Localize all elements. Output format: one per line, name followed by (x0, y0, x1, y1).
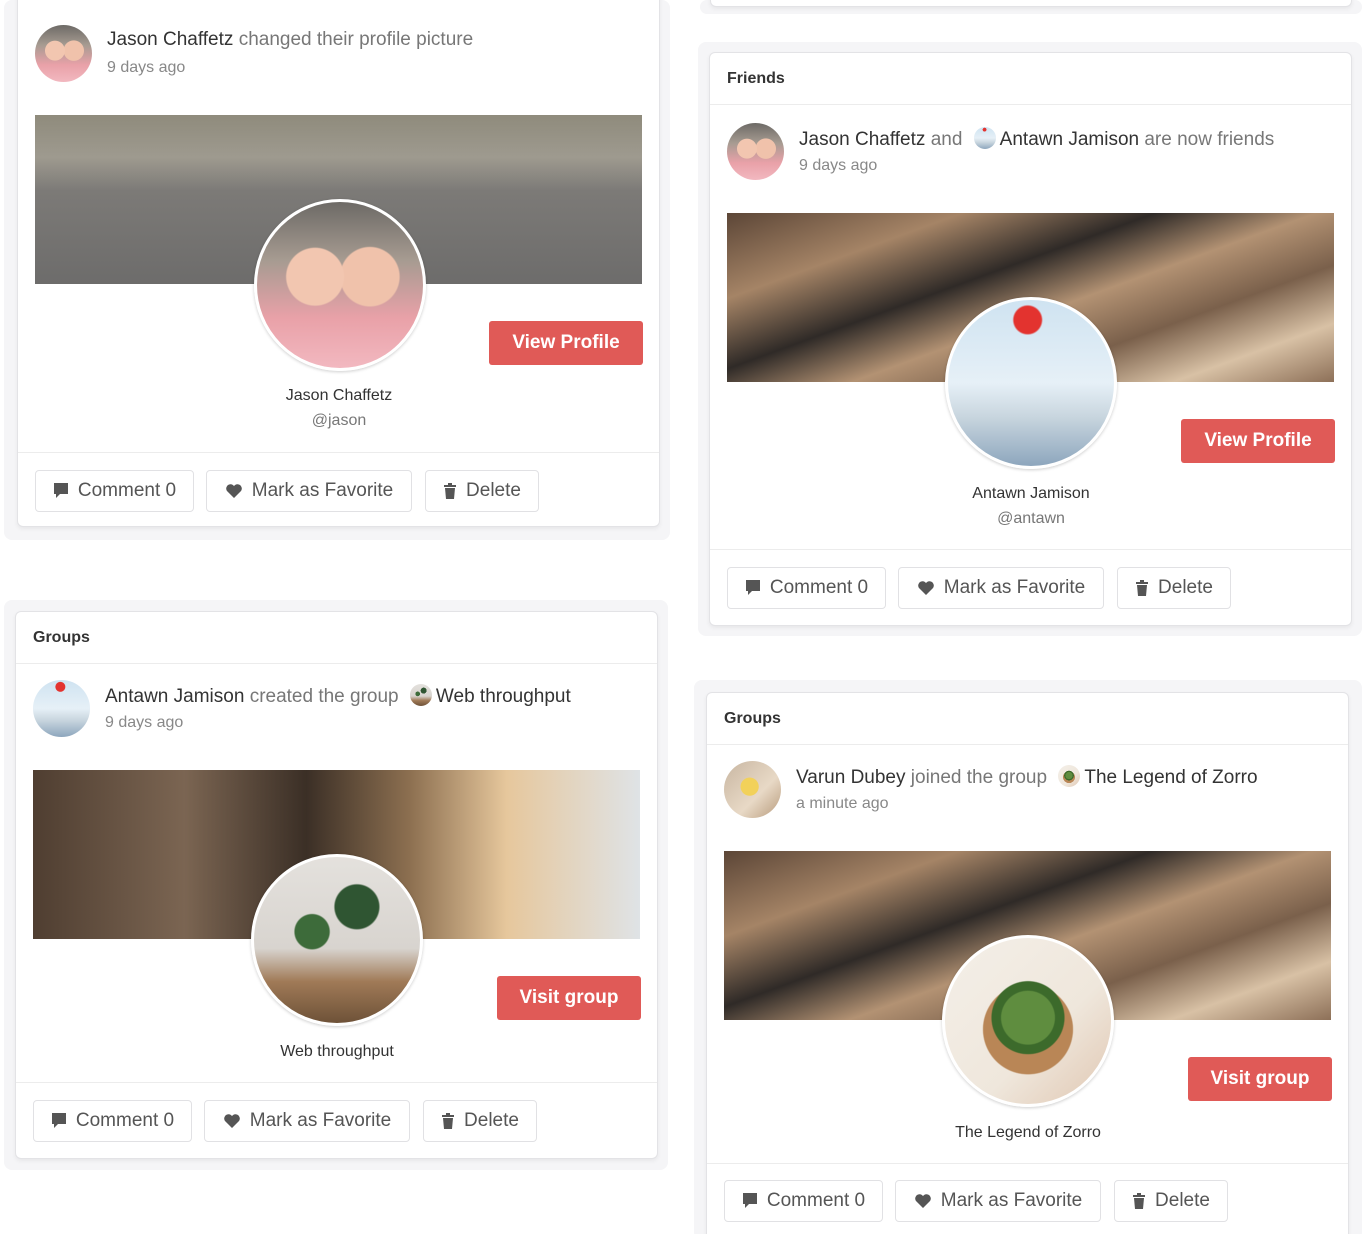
delete-label: Delete (1155, 1190, 1210, 1211)
activity-card: Friends Jason Chaffetz and Antawn Jamiso… (709, 52, 1352, 626)
entity-name[interactable]: Antawn Jamison (881, 485, 1181, 503)
activity-verb: joined the group (910, 767, 1048, 788)
comment-icon (53, 482, 69, 500)
entity-handle: @antawn (997, 510, 1065, 527)
favorite-label: Mark as Favorite (943, 577, 1086, 598)
divider (710, 549, 1351, 550)
activity-time: 9 days ago (107, 59, 186, 76)
activity-verb: changed their profile picture (238, 29, 474, 50)
target-link[interactable]: Web throughput (436, 686, 571, 707)
entity-name[interactable]: Jason Chaffetz (189, 387, 489, 405)
comment-label: Comment 0 (766, 1190, 866, 1211)
comment-button[interactable]: Comment 0 (724, 1180, 883, 1222)
trash-icon (443, 482, 457, 500)
actor-link[interactable]: Jason Chaffetz (107, 29, 233, 50)
divider (18, 452, 659, 453)
visit-group-button[interactable]: Visit group (497, 976, 641, 1020)
activity-time: 9 days ago (799, 157, 878, 174)
comment-label: Comment 0 (769, 577, 869, 598)
section-title: Groups (707, 693, 1348, 745)
heart-icon (225, 483, 243, 499)
favorite-button[interactable]: Mark as Favorite (895, 1180, 1101, 1222)
activity-text: Antawn Jamison created the group Web thr… (105, 684, 571, 708)
delete-button[interactable]: Delete (1117, 567, 1231, 609)
activity-suffix: are now friends (1144, 129, 1275, 150)
actor-link[interactable]: Varun Dubey (796, 767, 906, 788)
group-photo[interactable] (942, 935, 1114, 1107)
group-photo[interactable] (251, 854, 423, 1026)
avatar[interactable] (724, 761, 781, 818)
entity-name[interactable]: Web throughput (187, 1043, 487, 1061)
favorite-button[interactable]: Mark as Favorite (204, 1100, 410, 1142)
avatar[interactable] (727, 123, 784, 180)
favorite-button[interactable]: Mark as Favorite (898, 567, 1104, 609)
activity-card: Groups Varun Dubey joined the group The … (706, 692, 1349, 1234)
target-link[interactable]: Antawn Jamison (1000, 129, 1139, 150)
group-avatar (409, 684, 432, 706)
activity-time: 9 days ago (105, 714, 184, 731)
favorite-label: Mark as Favorite (940, 1190, 1083, 1211)
section-title: Groups (16, 612, 657, 664)
comment-label: Comment 0 (75, 1110, 175, 1131)
delete-button[interactable]: Delete (1114, 1180, 1228, 1222)
heart-icon (914, 1193, 932, 1209)
section-title: Friends (710, 53, 1351, 105)
partial-card (710, 0, 1352, 7)
comment-label: Comment 0 (77, 480, 177, 501)
activity-text: Varun Dubey joined the group The Legend … (796, 765, 1258, 789)
profile-photo[interactable] (945, 297, 1117, 469)
avatar[interactable] (35, 25, 92, 82)
delete-button[interactable]: Delete (425, 470, 539, 512)
divider (16, 1082, 657, 1083)
activity-text: Jason Chaffetz changed their profile pic… (107, 29, 473, 51)
comment-icon (742, 1192, 758, 1210)
actor-link[interactable]: Antawn Jamison (105, 686, 244, 707)
heart-icon (223, 1113, 241, 1129)
delete-button[interactable]: Delete (423, 1100, 537, 1142)
group-avatar (1058, 765, 1081, 787)
trash-icon (441, 1112, 455, 1130)
favorite-button[interactable]: Mark as Favorite (206, 470, 412, 512)
activity-text: Jason Chaffetz and Antawn Jamison are no… (799, 127, 1274, 151)
trash-icon (1132, 1192, 1146, 1210)
profile-photo[interactable] (254, 199, 426, 371)
visit-group-button[interactable]: Visit group (1188, 1057, 1332, 1101)
comment-icon (745, 579, 761, 597)
comment-button[interactable]: Comment 0 (727, 567, 886, 609)
activity-time: a minute ago (796, 795, 889, 812)
avatar[interactable] (33, 680, 90, 737)
entity-name[interactable]: The Legend of Zorro (878, 1124, 1178, 1142)
view-profile-button[interactable]: View Profile (489, 321, 643, 365)
trash-icon (1135, 579, 1149, 597)
activity-verb: created the group (249, 686, 399, 707)
divider (707, 1163, 1348, 1164)
view-profile-button[interactable]: View Profile (1181, 419, 1335, 463)
activity-verb: and (930, 129, 963, 150)
delete-label: Delete (466, 480, 521, 501)
target-link[interactable]: The Legend of Zorro (1084, 767, 1257, 788)
heart-icon (917, 580, 935, 596)
delete-label: Delete (1158, 577, 1213, 598)
entity-handle: @jason (311, 412, 367, 429)
comment-button[interactable]: Comment 0 (33, 1100, 192, 1142)
target-avatar (973, 127, 996, 149)
delete-label: Delete (464, 1110, 519, 1131)
comment-button[interactable]: Comment 0 (35, 470, 194, 512)
favorite-label: Mark as Favorite (249, 1110, 392, 1131)
favorite-label: Mark as Favorite (251, 480, 394, 501)
activity-card: Jason Chaffetz changed their profile pic… (17, 0, 660, 527)
actor-link[interactable]: Jason Chaffetz (799, 129, 925, 150)
activity-card: Groups Antawn Jamison created the group … (15, 611, 658, 1159)
comment-icon (51, 1112, 67, 1130)
